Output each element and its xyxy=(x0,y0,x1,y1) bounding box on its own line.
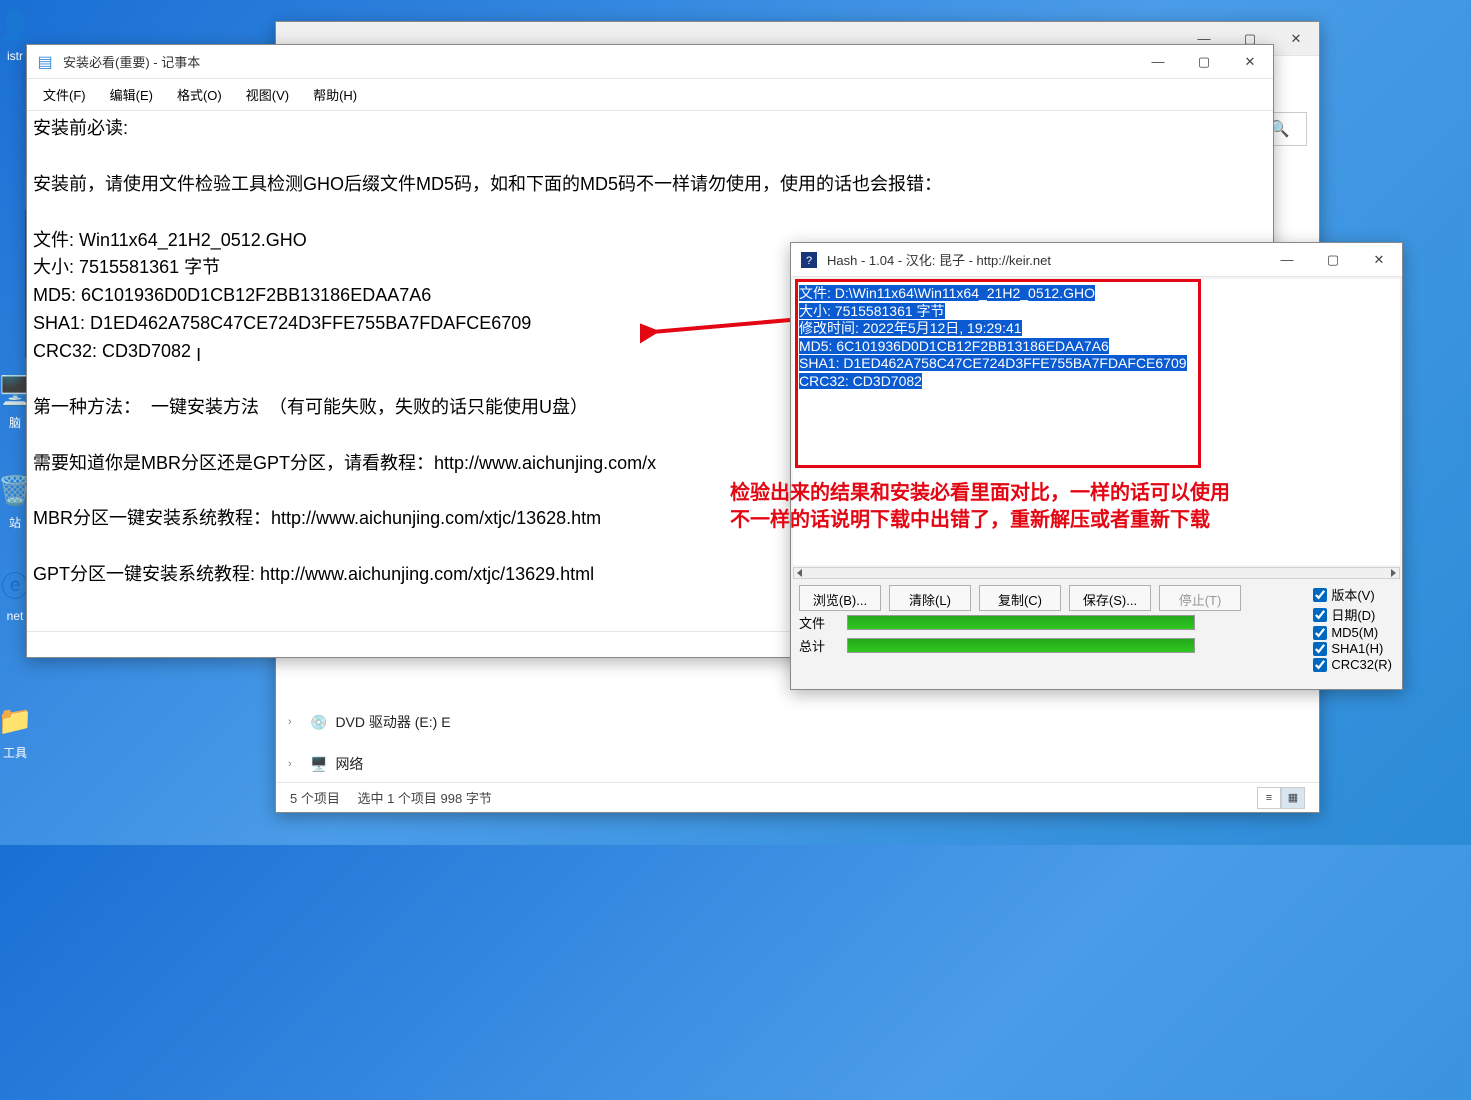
check-version[interactable]: 版本(V) xyxy=(1313,585,1392,604)
hash-line-size: 大小: 7515581361 字节 xyxy=(799,303,945,319)
check-label: SHA1(H) xyxy=(1331,641,1383,656)
hash-app-icon: ? xyxy=(799,250,819,270)
menu-edit[interactable]: 编辑(E) xyxy=(100,81,163,108)
save-button[interactable]: 保存(S)... xyxy=(1069,585,1151,611)
checkbox[interactable] xyxy=(1313,642,1327,656)
tree-item-label: 网络 xyxy=(335,754,363,774)
check-md5[interactable]: MD5(M) xyxy=(1313,625,1392,640)
check-crc32[interactable]: CRC32(R) xyxy=(1313,657,1392,672)
explorer-tree: › 💿 DVD 驱动器 (E:) E › 🖥️ 网络 xyxy=(288,708,451,778)
notepad-hash-block: 文件: Win11x64_21H2_0512.GHO 大小: 751558136… xyxy=(33,230,531,362)
menu-format[interactable]: 格式(O) xyxy=(167,81,232,108)
hash-line-mtime: 修改时间: 2022年5月12日, 19:29:41 xyxy=(799,320,1022,336)
tree-item-network[interactable]: › 🖥️ 网络 xyxy=(288,750,451,778)
hash-line-md5: MD5: 6C101936D0D1CB12F2BB13186EDAA7A6 xyxy=(799,338,1109,354)
hash-window: ? Hash - 1.04 - 汉化: 昆子 - http://keir.net… xyxy=(790,242,1403,690)
browse-button[interactable]: 浏览(B)... xyxy=(799,585,881,611)
status-selection: 选中 1 个项目 998 字节 xyxy=(357,791,491,806)
clear-button[interactable]: 清除(L) xyxy=(889,585,971,611)
close-button[interactable]: ✕ xyxy=(1356,243,1402,277)
hash-line-crc32: CRC32: CD3D7082 xyxy=(799,373,922,389)
disc-icon: 💿 xyxy=(310,714,327,731)
view-toggle[interactable]: ≡ ▦ xyxy=(1257,787,1305,809)
hash-line-file: 文件: D:\Win11x64\Win11x64_21H2_0512.GHO xyxy=(799,285,1095,301)
progress-file-label: 文件 xyxy=(799,613,839,632)
hash-results-pane[interactable]: 文件: D:\Win11x64\Win11x64_21H2_0512.GHO 大… xyxy=(793,279,1400,565)
check-date[interactable]: 日期(D) xyxy=(1313,605,1392,624)
window-title: 安装必看(重要) - 记事本 xyxy=(63,52,1135,71)
notepad-text: 第一种方法： 一键安装方法 （有可能失败，失败的话只能使用U盘） 需要知道你是M… xyxy=(33,397,656,584)
menu-file[interactable]: 文件(F) xyxy=(33,81,96,108)
notepad-menubar: 文件(F) 编辑(E) 格式(O) 视图(V) 帮助(H) xyxy=(27,79,1273,111)
close-button[interactable]: ✕ xyxy=(1273,22,1319,56)
minimize-button[interactable]: — xyxy=(1264,243,1310,277)
window-title: Hash - 1.04 - 汉化: 昆子 - http://keir.net xyxy=(827,250,1264,269)
stop-button: 停止(T) xyxy=(1159,585,1241,611)
checkbox[interactable] xyxy=(1313,658,1327,672)
chevron-right-icon: › xyxy=(288,716,302,728)
svg-text:?: ? xyxy=(806,255,812,267)
maximize-button[interactable]: ▢ xyxy=(1310,243,1356,277)
view-grid-icon[interactable]: ▦ xyxy=(1281,787,1305,809)
notepad-icon: ▤ xyxy=(35,52,55,72)
status-count: 5 个项目 xyxy=(290,791,340,806)
hash-titlebar[interactable]: ? Hash - 1.04 - 汉化: 昆子 - http://keir.net… xyxy=(791,243,1402,277)
notepad-text: 安装前必读: 安装前，请使用文件检验工具检测GHO后缀文件MD5码，如和下面的M… xyxy=(33,118,942,194)
copy-button[interactable]: 复制(C) xyxy=(979,585,1061,611)
menu-view[interactable]: 视图(V) xyxy=(236,81,299,108)
chevron-right-icon: › xyxy=(288,758,302,770)
maximize-button[interactable]: ▢ xyxy=(1181,45,1227,79)
desktop-icon-label: 工具 xyxy=(0,744,45,761)
check-label: CRC32(R) xyxy=(1331,657,1392,672)
progress-total-bar xyxy=(847,638,1195,653)
tree-item-label: DVD 驱动器 (E:) E xyxy=(335,712,450,732)
check-label: 日期(D) xyxy=(1331,605,1375,624)
checkbox[interactable] xyxy=(1313,626,1327,640)
text-cursor: I xyxy=(191,342,192,362)
menu-help[interactable]: 帮助(H) xyxy=(303,81,367,108)
user-icon: 👤 xyxy=(0,5,35,45)
checkbox[interactable] xyxy=(1313,588,1327,602)
checkbox[interactable] xyxy=(1313,608,1327,622)
close-button[interactable]: ✕ xyxy=(1227,45,1273,79)
network-icon: 🖥️ xyxy=(310,756,327,773)
check-label: MD5(M) xyxy=(1331,625,1378,640)
minimize-button[interactable]: — xyxy=(1135,45,1181,79)
notepad-titlebar[interactable]: ▤ 安装必看(重要) - 记事本 — ▢ ✕ xyxy=(27,45,1273,79)
check-sha1[interactable]: SHA1(H) xyxy=(1313,641,1392,656)
desktop-icon[interactable]: 📁 工具 xyxy=(0,700,45,761)
view-details-icon[interactable]: ≡ xyxy=(1257,787,1281,809)
folder-icon: 📁 xyxy=(0,700,35,740)
progress-file-bar xyxy=(847,615,1195,630)
progress-total-label: 总计 xyxy=(799,636,839,655)
explorer-statusbar: 5 个项目 选中 1 个项目 998 字节 ≡ ▦ xyxy=(276,782,1319,812)
tree-item-dvd[interactable]: › 💿 DVD 驱动器 (E:) E xyxy=(288,708,451,736)
hash-hscrollbar[interactable] xyxy=(793,567,1400,579)
check-label: 版本(V) xyxy=(1331,585,1374,604)
hash-line-sha1: SHA1: D1ED462A758C47CE724D3FFE755BA7FDAF… xyxy=(799,355,1187,371)
